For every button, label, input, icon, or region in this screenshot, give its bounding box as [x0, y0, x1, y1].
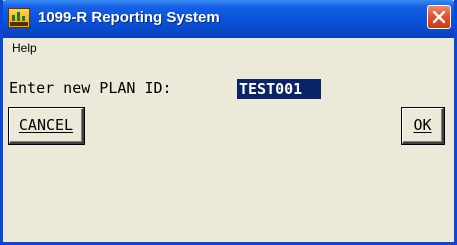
- close-icon: [432, 10, 446, 24]
- window-title: 1099-R Reporting System: [38, 9, 220, 26]
- ok-button[interactable]: OK: [402, 108, 444, 144]
- title-bar[interactable]: 1099-R Reporting System: [3, 0, 454, 38]
- menu-bar: Help: [3, 38, 454, 58]
- icon-bar: [22, 16, 25, 21]
- cancel-button[interactable]: CANCEL: [9, 108, 84, 144]
- icon-strip: [10, 22, 28, 26]
- icon-bar: [17, 12, 20, 21]
- plan-id-label: Enter new PLAN ID:: [9, 79, 172, 97]
- close-button[interactable]: [427, 5, 451, 29]
- plan-id-input[interactable]: [237, 79, 321, 99]
- application-window: 1099-R Reporting System Help Enter new P…: [0, 0, 457, 245]
- icon-bar: [12, 15, 15, 21]
- app-chart-icon[interactable]: [8, 8, 30, 28]
- menu-item-help[interactable]: Help: [12, 41, 37, 55]
